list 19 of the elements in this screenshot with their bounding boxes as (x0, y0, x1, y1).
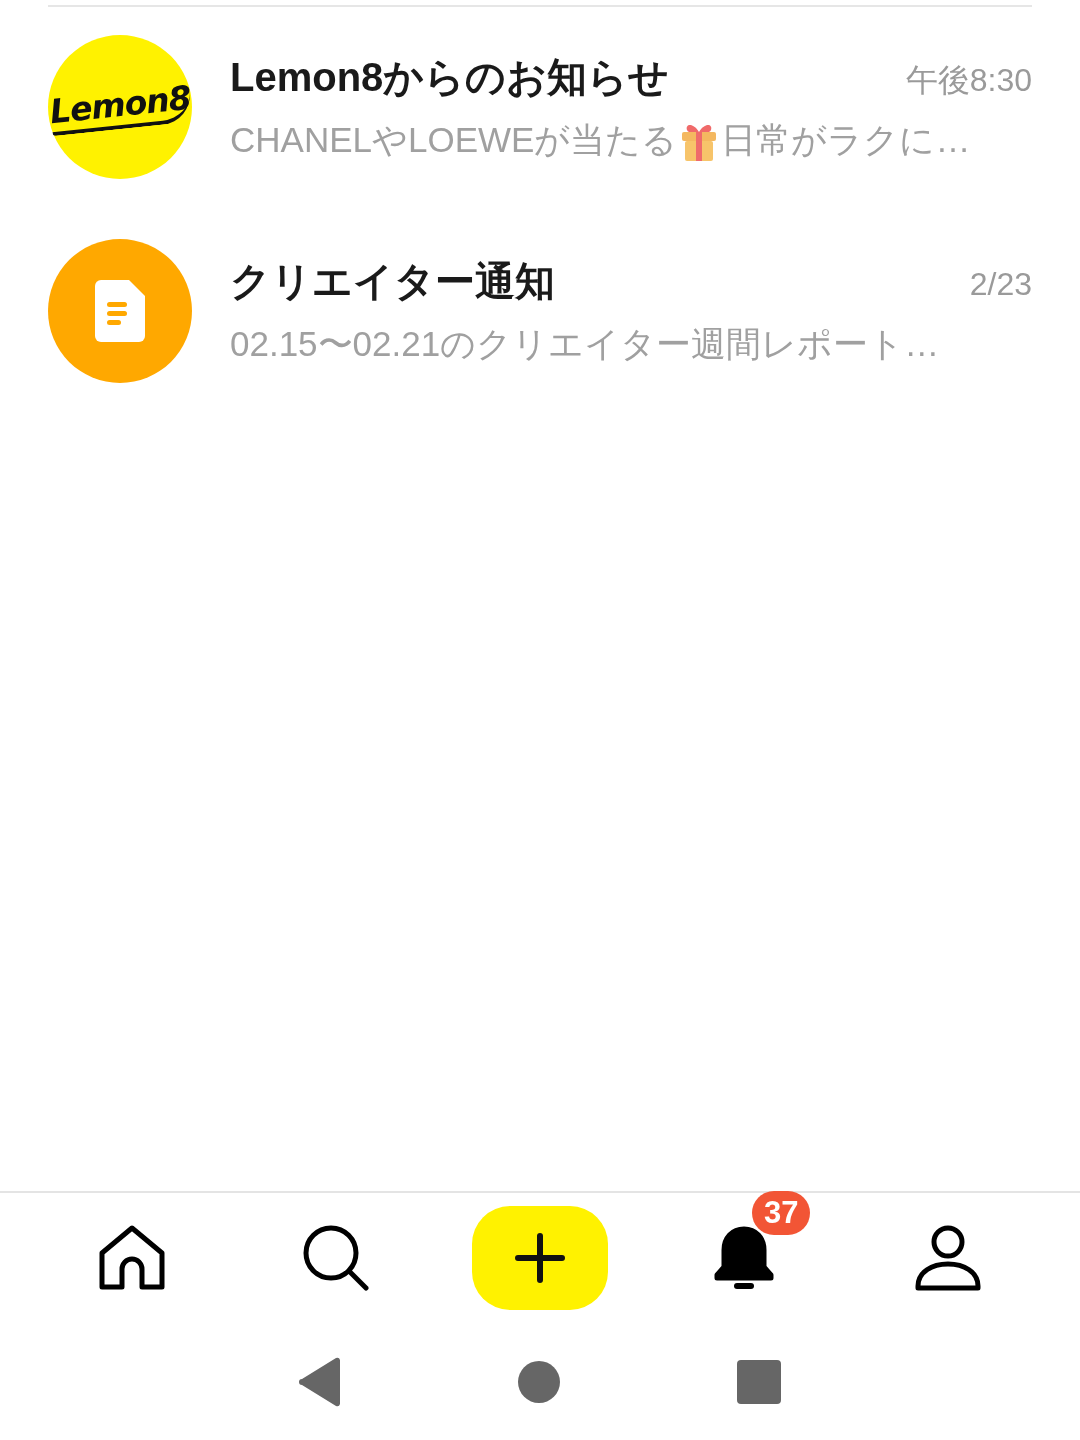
home-circle-icon[interactable] (517, 1359, 561, 1404)
profile-icon[interactable] (915, 1224, 981, 1292)
notification-time: 午後8:30 (905, 61, 1032, 100)
search-icon[interactable] (302, 1224, 370, 1292)
count-badge: 37 (752, 1191, 811, 1235)
notification-title: クリエイター通知 (230, 258, 555, 305)
recents-icon[interactable] (736, 1358, 782, 1405)
document-avatar-icon (95, 280, 145, 342)
create-button[interactable] (472, 1206, 608, 1310)
notification-title: Lemon8からのお知らせ (230, 54, 670, 101)
bell-icon[interactable] (713, 1225, 775, 1291)
preview-text: 日常がラクに… (721, 119, 971, 161)
preview-text: 02.15〜02.21のクリエイター週間レポート… (230, 323, 940, 365)
back-icon[interactable] (298, 1356, 342, 1407)
home-icon[interactable] (98, 1225, 166, 1291)
preview-text: CHANELやLOEWEが当たる (230, 119, 678, 161)
plus-icon (515, 1233, 565, 1283)
logo-avatar: Lemon8 (48, 35, 192, 179)
notification-time: 2/23 (969, 266, 1032, 303)
